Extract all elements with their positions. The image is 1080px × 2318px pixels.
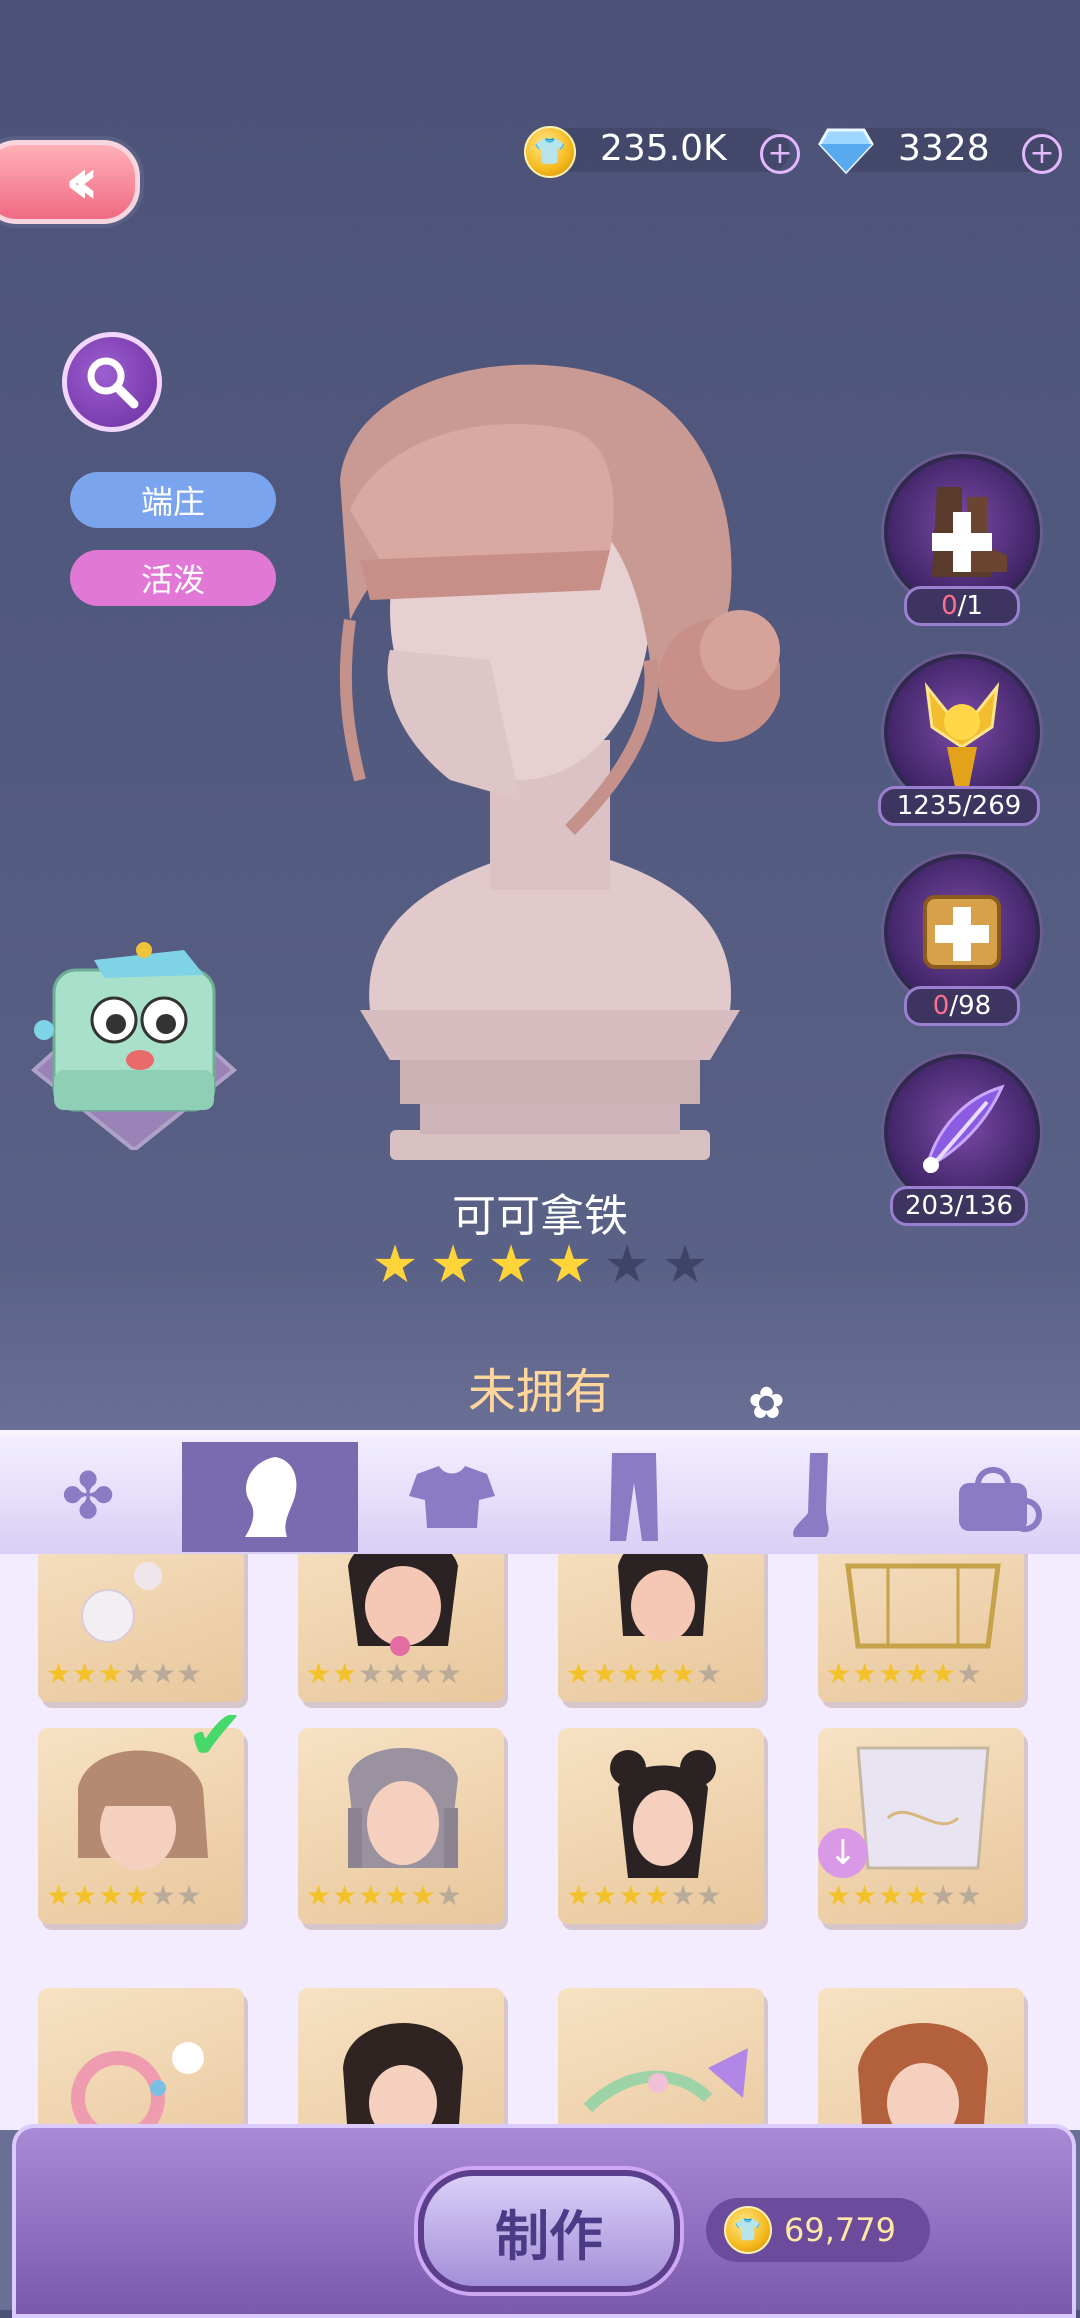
hair-card[interactable]: ★ ★ ★ ★ ★ ★ — [558, 1554, 764, 1702]
add-gold-button[interactable]: + — [760, 134, 800, 174]
ownership-status: 未拥有 — [467, 1364, 612, 1420]
flower-decoration-icon: ✿ — [748, 1378, 785, 1429]
grey-braids-hair-thumbnail — [298, 1728, 504, 1878]
clover-icon: ✤ — [61, 1460, 115, 1534]
black-buns-hair-thumbnail — [558, 1728, 764, 1878]
download-icon: ↓ — [818, 1828, 868, 1878]
item-star-rating: ★ ★ ★ ★ ★ ★ — [370, 1235, 710, 1295]
top-icon — [409, 1466, 495, 1528]
hair-card[interactable] — [558, 1988, 764, 2130]
hair-card[interactable] — [298, 1988, 504, 2130]
tab-hair[interactable] — [182, 1442, 358, 1552]
tab-accessories[interactable]: ✤ — [0, 1442, 176, 1552]
card-stars: ★ ★ ★ ★ ★ ★ — [46, 1657, 202, 1690]
hair-card[interactable]: ★ ★ ★ ★ ★ ★ — [558, 1728, 764, 1924]
black-hair-thumbnail — [298, 1554, 504, 1656]
star-icon: ★ — [429, 1235, 477, 1295]
tab-tops[interactable] — [364, 1442, 540, 1552]
tab-pants[interactable] — [546, 1442, 722, 1552]
selected-check-icon: ✔ — [186, 1694, 245, 1776]
hair-silhouette-icon — [245, 1457, 297, 1537]
purple-feather-icon — [923, 1084, 1005, 1174]
dark-curls-hair-thumbnail — [298, 1988, 504, 2130]
star-icon: ★ — [487, 1235, 535, 1295]
search-button[interactable] — [62, 332, 162, 432]
pearl-accessory-thumbnail — [38, 1554, 244, 1656]
card-stars: ★ ★ ★ ★ ★ ★ — [826, 1657, 982, 1690]
gold-coin-icon: 👕 — [524, 126, 576, 178]
bag-icon — [959, 1467, 1042, 1532]
sewing-machine-button[interactable] — [24, 920, 244, 1153]
auburn-curls-hair-thumbnail — [818, 1988, 1024, 2130]
hair-card[interactable] — [818, 1988, 1024, 2130]
search-icon — [87, 357, 139, 409]
card-stars: ★ ★ ★ ★ ★ ★ — [566, 1657, 722, 1690]
gold-amount: 235.0K — [600, 128, 727, 169]
card-stars: ★ ★ ★ ★ ★ ★ — [306, 1657, 462, 1690]
hair-card[interactable]: ★ ★ ★ ★ ★ ★ — [38, 1554, 244, 1702]
sock-icon — [793, 1453, 829, 1537]
gold-ornament-thumbnail — [818, 1554, 1024, 1656]
diamond-icon — [818, 128, 874, 178]
make-button[interactable]: 制作 — [418, 2170, 680, 2292]
butterfly-wreath-thumbnail — [558, 1988, 764, 2130]
item-grid: ★ ★ ★ ★ ★ ★ ★ ★ ★ ★ ★ ★ ★ ★ ★ ★ ★ ★ ★ ★ ★ ★ ★ ★ ★ ★ ★ ★ ★ ★ ✔ ★ ★ ★… — [0, 1554, 1080, 2130]
material-count-boots: 0/1 — [904, 586, 1020, 626]
add-diamond-button[interactable]: + — [1022, 134, 1062, 174]
hair-card[interactable] — [38, 1988, 244, 2130]
star-empty-icon: ★ — [603, 1235, 651, 1295]
card-stars: ★ ★ ★ ★ ★ ★ — [566, 1879, 722, 1912]
make-cost: 👕 69,779 — [706, 2198, 930, 2262]
style-tag-lively[interactable]: 活泼 — [70, 550, 276, 606]
hair-card[interactable]: ★ ★ ★ ★ ★ ★ — [298, 1728, 504, 1924]
back-button[interactable]: ‹‹ — [0, 140, 140, 224]
card-stars: ★ ★ ★ ★ ★ ★ — [826, 1879, 982, 1912]
diamond-amount: 3328 — [898, 128, 990, 169]
star-icon: ★ — [545, 1235, 593, 1295]
hair-card[interactable]: ↓ ★ ★ ★ ★ ★ ★ — [818, 1728, 1024, 1924]
flower-wreath-thumbnail — [38, 1988, 244, 2130]
tab-bags[interactable] — [910, 1442, 1080, 1552]
material-count-biscuit: 0/98 — [904, 986, 1020, 1026]
tab-socks[interactable] — [728, 1442, 904, 1552]
item-name: 可可拿铁 — [452, 1191, 628, 1242]
pants-icon — [610, 1453, 658, 1541]
hair-card[interactable]: ★ ★ ★ ★ ★ ★ — [298, 1554, 504, 1702]
gold-coin-icon: 👕 — [724, 2206, 772, 2254]
star-empty-icon: ★ — [661, 1235, 709, 1295]
gold-fox-statue-icon — [924, 681, 1000, 787]
biscuit-icon — [923, 895, 1001, 969]
hair-preview[interactable] — [320, 360, 782, 1170]
black-bun-hair-thumbnail — [558, 1554, 764, 1656]
double-chevron-left-icon: ‹‹ — [64, 145, 99, 219]
style-tag-elegant[interactable]: 端庄 — [70, 472, 276, 528]
card-stars: ★ ★ ★ ★ ★ ★ — [46, 1879, 202, 1912]
material-count-fox-statue: 1235/269 — [878, 786, 1040, 826]
cost-amount: 69,779 — [784, 2211, 896, 2249]
boots-icon — [932, 487, 1007, 577]
card-stars: ★ ★ ★ ★ ★ ★ — [306, 1879, 462, 1912]
star-icon: ★ — [371, 1235, 419, 1295]
hair-card[interactable]: ★ ★ ★ ★ ★ ★ — [818, 1554, 1024, 1702]
